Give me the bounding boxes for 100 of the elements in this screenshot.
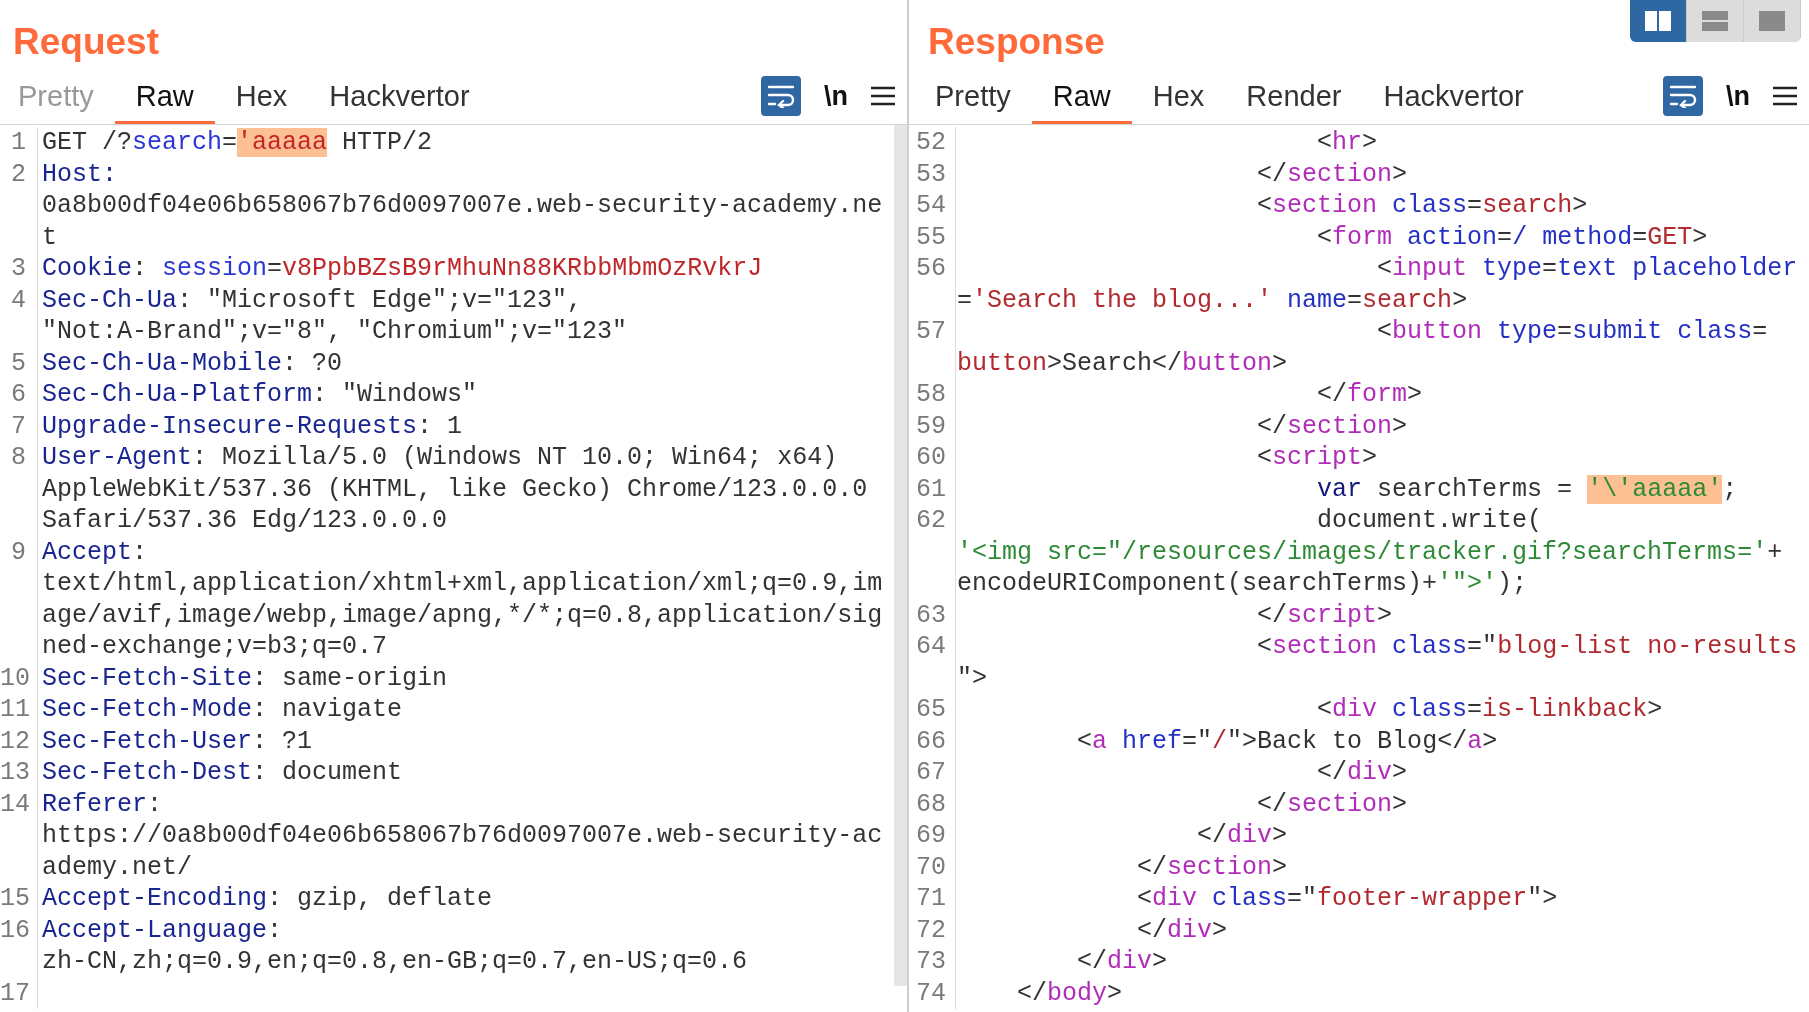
line-number: 7 <box>11 410 26 442</box>
pane-title: Request <box>13 23 159 60</box>
code-line: Host: 0a8b00df04e06b658067b76d0097007e.web-security-academy.ne t <box>41 158 884 253</box>
newline-button[interactable]: \n <box>1723 78 1753 114</box>
line-number: 16 <box>0 914 30 946</box>
line-number: 52 <box>916 127 946 159</box>
tab[interactable]: Raw <box>1031 72 1132 124</box>
line-number: 10 <box>0 662 30 694</box>
line-number: 58 <box>916 379 946 411</box>
newline-button[interactable]: \n <box>821 78 851 114</box>
line-number: 5 <box>11 347 26 379</box>
tab[interactable]: Hex <box>214 72 309 124</box>
wrap-lines-icon <box>767 84 795 108</box>
code-line: Sec-Fetch-Site: same-origin <box>41 662 449 694</box>
code-line: </form> <box>1316 379 1424 411</box>
line-number: 73 <box>916 946 946 978</box>
line-number: 56 <box>916 253 946 285</box>
code-line: User-Agent: Mozilla/5.0 (Windows NT 10.0; Win64; x64) AppleWebKit/537.36 (KHTML, like Gecko) Chrome/123.0.0.0 Safari/537.36 Edg/123.0.0.0 <box>41 442 869 537</box>
code-line: Cookie: session=v8PpbBZsB9rMhuNn88KRbbMbmOzRvkrJ <box>41 253 764 285</box>
line-number: 60 <box>916 442 946 474</box>
code-line: <button type=submit class= button>Search</button> <box>956 316 1769 379</box>
tab[interactable]: Hackvertor <box>1362 72 1545 124</box>
line-number: 14 <box>0 788 30 820</box>
line-number: 70 <box>916 851 946 883</box>
wrap-button[interactable] <box>761 76 801 116</box>
line-number: 61 <box>916 473 946 505</box>
line-number: 15 <box>0 883 30 915</box>
line-number: 57 <box>916 316 946 348</box>
tab[interactable]: Render <box>1225 72 1363 124</box>
code-line: Sec-Ch-Ua: "Microsoft Edge";v="123", "Not:A-Brand";v="8", "Chromium";v="123" <box>41 284 629 348</box>
code-line: </body> <box>1016 977 1124 1009</box>
code-line: Sec-Fetch-User: ?1 <box>41 725 314 757</box>
line-number: 8 <box>11 442 26 474</box>
code-line: </section> <box>1256 158 1409 190</box>
line-number: 59 <box>916 410 946 442</box>
code-line: Accept: text/html,application/xhtml+xml,application/xml;q=0.9,im age/avif,image/webp,image/apng,*/*;q=0.8,application/sig ned-exchange;v=b3;q=0.7 <box>41 536 884 663</box>
line-number: 63 <box>916 599 946 631</box>
layout-toggle[interactable] <box>1630 0 1801 42</box>
code-line: </div> <box>1136 914 1229 946</box>
line-number: 1 <box>11 127 26 159</box>
code-line: <input type=text placeholder ='Search the blog...' name=search> <box>956 253 1799 316</box>
scrollbar[interactable] <box>894 125 907 986</box>
line-number: 67 <box>916 757 946 789</box>
line-number: 72 <box>916 914 946 946</box>
line-number: 11 <box>0 694 30 726</box>
line-number: 17 <box>0 977 30 1009</box>
wrap-lines-icon <box>1669 84 1697 108</box>
code-line: </section> <box>1256 410 1409 442</box>
code-line: Sec-Fetch-Dest: document <box>41 757 404 789</box>
code-line: GET /?search='aaaaa HTTP/2 <box>41 127 434 159</box>
tab[interactable]: Raw <box>114 72 215 124</box>
line-number: 55 <box>916 221 946 253</box>
code-line: </script> <box>1256 599 1394 631</box>
line-number: 64 <box>916 631 946 663</box>
menu-icon[interactable] <box>1773 86 1797 106</box>
line-number: 3 <box>11 253 26 285</box>
code-line: </section> <box>1256 788 1409 820</box>
layout-button[interactable] <box>1630 0 1687 42</box>
code-line: <section class="blog-list no-results "> <box>956 631 1799 694</box>
single-pane-layout-icon <box>1759 11 1785 31</box>
code-line: <a href="/">Back to Blog</a> <box>1076 725 1499 757</box>
code-line: <form action=/ method=GET> <box>1316 221 1709 253</box>
code-line: <script> <box>1256 442 1379 474</box>
code-line: document.write( '<img src="/resources/images/tracker.gif?searchTerms='+ encodeURIComponent(searchTerms)+'">'); <box>956 505 1784 600</box>
code-line: <section class=search> <box>1256 190 1589 222</box>
code-line: Sec-Ch-Ua-Mobile: ?0 <box>41 347 344 379</box>
line-number: 9 <box>11 536 26 568</box>
code-line: Upgrade-Insecure-Requests: 1 <box>41 410 464 442</box>
line-number: 69 <box>916 820 946 852</box>
tab[interactable]: Hackvertor <box>308 72 491 124</box>
code-line: </div> <box>1076 946 1169 978</box>
line-number: 62 <box>916 505 946 537</box>
line-number: 2 <box>11 158 26 190</box>
line-number: 12 <box>0 725 30 757</box>
line-number: 65 <box>916 694 946 726</box>
line-number: 71 <box>916 883 946 915</box>
line-number: 68 <box>916 788 946 820</box>
menu-icon[interactable] <box>871 86 895 106</box>
line-number: 4 <box>11 284 26 316</box>
side-by-side-layout-icon <box>1645 11 1671 31</box>
code-line: </section> <box>1136 851 1289 883</box>
code-line: <div class=is-linkback> <box>1316 694 1664 726</box>
tab[interactable]: Pretty <box>909 72 1032 124</box>
line-number: 6 <box>11 379 26 411</box>
line-number: 66 <box>916 725 946 757</box>
line-number: 74 <box>916 977 946 1009</box>
code-line: Accept-Encoding: gzip, deflate <box>41 883 494 915</box>
code-line: Sec-Ch-Ua-Platform: "Windows" <box>41 379 479 411</box>
wrap-button[interactable] <box>1663 76 1703 116</box>
tab[interactable]: Hex <box>1131 72 1226 124</box>
pane-title: Response <box>928 23 1105 60</box>
code-line: Accept-Language: zh-CN,zh;q=0.9,en;q=0.8,en-GB;q=0.7,en-US;q=0.6 <box>41 914 749 978</box>
code-line: </div> <box>1316 757 1409 789</box>
code-line: Referer: https://0a8b00df04e06b658067b76d0097007e.web-security-ac ademy.net/ <box>41 788 884 883</box>
line-number: 54 <box>916 190 946 222</box>
stacked-layout-icon <box>1702 11 1728 31</box>
code-line: Sec-Fetch-Mode: navigate <box>41 694 404 726</box>
line-number: 53 <box>916 158 946 190</box>
code-line: </div> <box>1196 820 1289 852</box>
code-line: var searchTerms = '\'aaaaa'; <box>1316 473 1739 505</box>
